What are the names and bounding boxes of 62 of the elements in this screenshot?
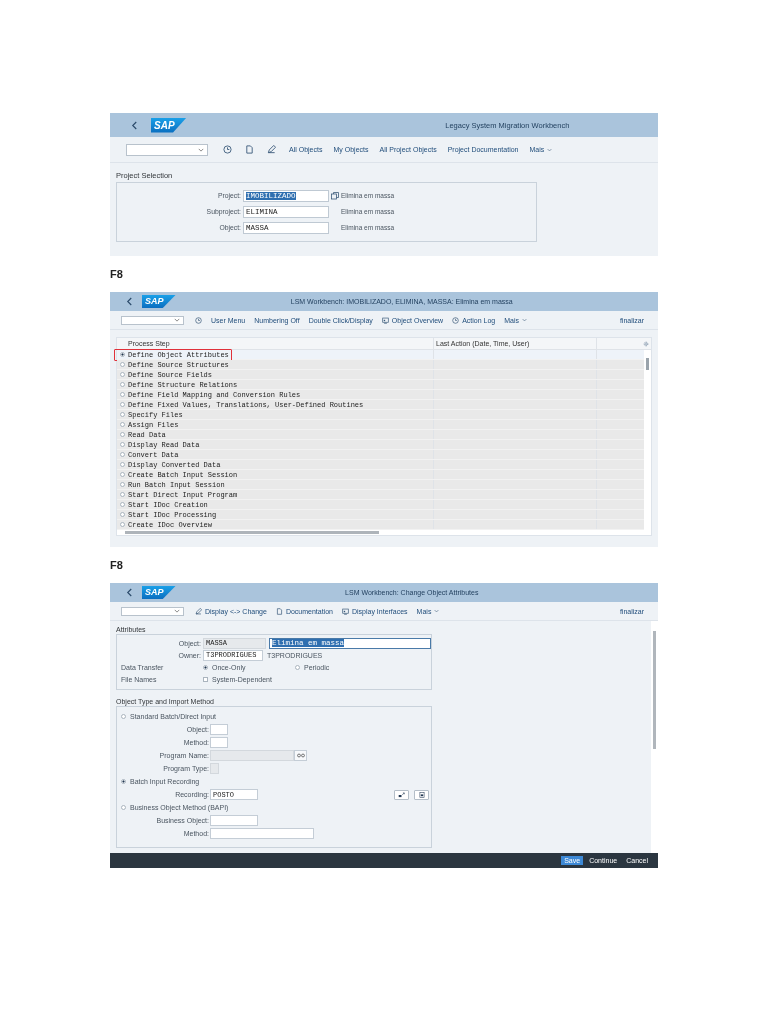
row-radio[interactable] xyxy=(119,442,125,447)
dropdown-field[interactable] xyxy=(121,606,184,616)
expand-icon xyxy=(398,791,405,798)
monitor-icon[interactable] xyxy=(381,316,389,324)
row-radio[interactable] xyxy=(119,372,125,377)
edit-icon[interactable] xyxy=(195,607,202,615)
document-icon[interactable] xyxy=(275,607,283,615)
back-icon[interactable] xyxy=(126,297,133,306)
clock-icon[interactable] xyxy=(195,316,202,324)
tool-button[interactable] xyxy=(414,789,429,800)
row-radio[interactable] xyxy=(119,512,125,517)
row-radio[interactable] xyxy=(119,382,125,387)
row-radio[interactable] xyxy=(119,432,125,437)
row-radio[interactable] xyxy=(119,452,125,457)
back-icon[interactable] xyxy=(126,588,133,597)
row-radio[interactable] xyxy=(119,352,125,357)
radio-button[interactable] xyxy=(295,664,300,670)
dropdown-field[interactable] xyxy=(126,143,208,156)
radio-button[interactable] xyxy=(121,779,126,784)
binoculars-icon xyxy=(296,753,305,758)
edit-icon[interactable] xyxy=(267,145,276,154)
caret-icon xyxy=(174,318,180,322)
row-radio[interactable] xyxy=(119,492,125,497)
row-radio[interactable] xyxy=(119,482,125,487)
back-icon[interactable] xyxy=(131,120,138,130)
document-icon[interactable] xyxy=(245,145,254,154)
scrollbar[interactable] xyxy=(651,621,658,853)
sap-logo: SAP xyxy=(142,586,176,599)
row-radio[interactable] xyxy=(119,402,125,407)
row-radio[interactable] xyxy=(119,522,125,527)
radio-button[interactable] xyxy=(121,805,126,810)
row-radio[interactable] xyxy=(119,472,125,477)
row-radio[interactable] xyxy=(119,362,125,367)
tool-button[interactable] xyxy=(394,789,409,800)
clock-icon[interactable] xyxy=(452,316,460,324)
input-field[interactable] xyxy=(210,815,258,826)
row-radio[interactable] xyxy=(119,502,125,507)
row-radio[interactable] xyxy=(119,392,125,397)
caret-icon xyxy=(522,318,528,322)
caret-icon xyxy=(198,147,204,152)
clock-icon[interactable] xyxy=(223,145,232,154)
row-radio[interactable] xyxy=(119,462,125,467)
row-radio[interactable] xyxy=(119,422,125,427)
caret-icon xyxy=(434,609,440,613)
caret-icon xyxy=(547,147,553,152)
radio-button[interactable] xyxy=(203,664,208,670)
settings-icon[interactable] xyxy=(643,340,649,347)
dropdown-field[interactable] xyxy=(121,315,184,325)
monitor-icon[interactable] xyxy=(341,607,349,615)
sap-logo: SAP xyxy=(142,295,176,308)
input-field[interactable] xyxy=(210,828,314,839)
sap-logo: SAP xyxy=(151,117,187,133)
input-field[interactable] xyxy=(210,737,228,748)
row-radio[interactable] xyxy=(119,412,125,417)
radio-button[interactable] xyxy=(121,714,126,719)
value-help-icon[interactable] xyxy=(331,191,339,200)
step-label: F8 xyxy=(110,267,124,282)
document-icon xyxy=(418,791,425,798)
caret-icon xyxy=(174,609,180,613)
step-label: F8 xyxy=(110,558,124,573)
input-field[interactable] xyxy=(210,724,228,735)
checkbox[interactable] xyxy=(203,676,208,682)
